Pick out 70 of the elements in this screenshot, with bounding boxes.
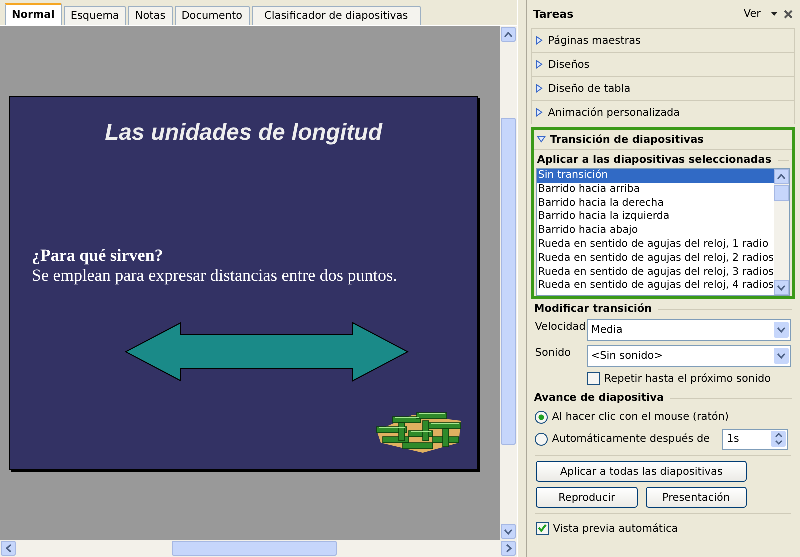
list-item[interactable]: Barrido hacia la izquierda xyxy=(537,210,774,224)
group-heading: Modificar transición xyxy=(534,303,652,315)
caret-left-icon xyxy=(6,544,12,553)
caret-down-icon xyxy=(504,528,514,534)
scroll-left-button[interactable] xyxy=(1,541,16,556)
list-item[interactable]: Rueda en sentido de agujas del reloj, 2 radios xyxy=(537,252,774,266)
expand-triangle-icon xyxy=(536,36,544,45)
scroll-down-button[interactable] xyxy=(774,280,789,295)
view-tab[interactable]: Normal xyxy=(5,3,62,25)
radio-label[interactable]: Al hacer clic con el mouse (ratón) xyxy=(552,411,730,423)
collapse-triangle-icon xyxy=(537,136,546,143)
scroll-thumb[interactable] xyxy=(774,185,789,201)
delay-spinbox[interactable]: 1s xyxy=(722,428,788,450)
expand-triangle-icon xyxy=(536,108,544,117)
caret-up-icon xyxy=(777,174,786,180)
group-heading: Avance de diapositiva xyxy=(534,392,664,404)
list-item[interactable]: Rueda en sentido de agujas del reloj, 4 radios xyxy=(537,279,774,294)
scroll-down-button[interactable] xyxy=(501,524,516,539)
list-item[interactable]: Barrido hacia la derecha xyxy=(537,196,774,210)
list-item[interactable]: Barrido hacia abajo xyxy=(537,224,774,238)
scroll-right-button[interactable] xyxy=(501,541,516,556)
view-tab[interactable]: Documento xyxy=(174,6,250,25)
section-header[interactable]: Páginas maestras xyxy=(531,28,795,52)
scroll-up-button[interactable] xyxy=(501,27,516,42)
caret-right-icon xyxy=(506,544,512,553)
slide-question: ¿Para qué sirven? xyxy=(32,246,164,266)
horizontal-scrollbar[interactable] xyxy=(0,540,518,557)
checkbox-label[interactable]: Repetir hasta el próximo sonido xyxy=(604,372,772,384)
expand-triangle-icon xyxy=(536,84,544,93)
caret-down-icon xyxy=(777,353,786,359)
slide-text: Se emplean para expresar distancias entre dos puntos. xyxy=(32,266,398,286)
checkbox[interactable] xyxy=(536,522,550,535)
action-button[interactable]: Presentación xyxy=(646,487,747,508)
list-item[interactable]: Barrido hacia arriba xyxy=(537,182,774,197)
sound-dropdown[interactable]: <Sin sonido> xyxy=(587,345,791,367)
field-label: Sonido xyxy=(535,346,572,359)
caret-up-icon xyxy=(504,32,514,38)
speed-dropdown[interactable]: Media xyxy=(587,319,791,341)
expand-triangle-icon xyxy=(536,60,544,69)
list-item[interactable]: Rueda en sentido de agujas del reloj, 1 radio xyxy=(537,238,774,252)
group-heading: Aplicar a las diapositivas seleccionadas xyxy=(537,154,772,166)
list-item[interactable]: Sin transición xyxy=(537,169,774,183)
check-icon xyxy=(538,524,548,533)
view-tab[interactable]: Clasificador de diapositivas xyxy=(252,6,422,25)
radio-button[interactable] xyxy=(535,432,548,446)
view-menu[interactable]: Ver xyxy=(740,8,765,20)
checkbox-label[interactable]: Vista previa automática xyxy=(553,522,678,534)
apply-all-button[interactable]: Aplicar a todas las diapositivas xyxy=(536,461,747,482)
caret-down-icon xyxy=(777,327,786,333)
list-item[interactable]: Rueda en sentido de agujas del reloj, 3 radios xyxy=(537,266,774,280)
spin-arrows-icon xyxy=(774,433,783,445)
vertical-scrollbar[interactable] xyxy=(500,26,518,540)
section-header[interactable]: Animación personalizada xyxy=(531,100,795,124)
slide-title: Las unidades de longitud xyxy=(104,119,384,146)
pane-title: Tareas xyxy=(532,8,575,20)
section-header[interactable]: Diseños xyxy=(531,52,795,76)
dropdown-icon[interactable] xyxy=(771,12,778,16)
section-header[interactable]: Diseño de tabla xyxy=(531,76,795,100)
radio-button[interactable] xyxy=(535,410,548,424)
close-icon[interactable] xyxy=(784,10,793,18)
view-tab[interactable]: Notas xyxy=(128,6,173,25)
view-tab[interactable]: Esquema xyxy=(64,6,126,25)
action-button[interactable]: Reproducir xyxy=(536,487,638,508)
caret-down-icon xyxy=(777,284,786,290)
transition-list[interactable] xyxy=(536,168,790,296)
list-scrollbar[interactable] xyxy=(774,169,789,295)
section-header[interactable]: Transición de diapositivas xyxy=(534,130,792,150)
radio-label[interactable]: Automáticamente después de xyxy=(552,433,710,445)
checkbox[interactable] xyxy=(587,372,600,385)
scroll-up-button[interactable] xyxy=(774,169,789,184)
